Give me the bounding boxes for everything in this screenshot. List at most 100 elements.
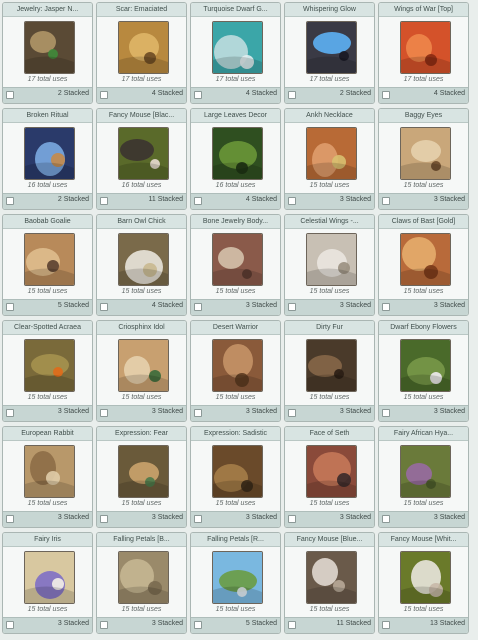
- select-checkbox[interactable]: [382, 197, 390, 205]
- inventory-item-card[interactable]: Baobab Goalie 15 total uses 5 Stacked: [2, 214, 93, 316]
- item-footer: 2 Stacked: [3, 87, 92, 103]
- select-checkbox[interactable]: [6, 303, 14, 311]
- item-thumbnail[interactable]: [212, 551, 263, 604]
- item-thumbnail[interactable]: [306, 21, 357, 74]
- inventory-item-card[interactable]: Falling Petals [B... 15 total uses 3 Stack…: [96, 532, 187, 634]
- select-checkbox[interactable]: [6, 197, 14, 205]
- inventory-item-card[interactable]: Turquoise Dwarf G... 17 total uses 4 Stack…: [190, 2, 281, 104]
- select-checkbox[interactable]: [100, 303, 108, 311]
- inventory-item-card[interactable]: Expression: Sadistic 15 total uses 3 Stack…: [190, 426, 281, 528]
- inventory-item-card[interactable]: Dwarf Ebony Flowers 15 total uses 3 Stacke…: [378, 320, 469, 422]
- inventory-item-card[interactable]: Baggy Eyes 15 total uses 3 Stacked: [378, 108, 469, 210]
- inventory-item-card[interactable]: Ankh Necklace 15 total uses 3 Stacked: [284, 108, 375, 210]
- item-thumbnail[interactable]: [118, 551, 169, 604]
- select-checkbox[interactable]: [382, 91, 390, 99]
- select-checkbox[interactable]: [382, 515, 390, 523]
- inventory-item-card[interactable]: Claws of Bast [Gold] 15 total uses 3 Stack…: [378, 214, 469, 316]
- item-stack-count: 2 Stacked: [57, 196, 89, 203]
- inventory-item-card[interactable]: Whispering Glow 17 total uses 2 Stacked: [284, 2, 375, 104]
- inventory-item-card[interactable]: Fancy Mouse [Blac... 16 total uses 11 Stac…: [96, 108, 187, 210]
- select-checkbox[interactable]: [100, 515, 108, 523]
- item-thumbnail[interactable]: [400, 339, 451, 392]
- select-checkbox[interactable]: [194, 621, 202, 629]
- item-thumbnail[interactable]: [212, 233, 263, 286]
- item-thumbnail[interactable]: [306, 339, 357, 392]
- inventory-item-card[interactable]: Dirty Fur 15 total uses 3 Stacked: [284, 320, 375, 422]
- fancy-mouse-black-icon: [119, 128, 168, 179]
- item-thumbnail[interactable]: [212, 127, 263, 180]
- inventory-item-card[interactable]: Clear-Spotted Acraea 15 total uses 3 Stack…: [2, 320, 93, 422]
- item-thumbnail[interactable]: [24, 127, 75, 180]
- item-thumbnail[interactable]: [118, 21, 169, 74]
- select-checkbox[interactable]: [100, 91, 108, 99]
- inventory-item-card[interactable]: Fairy Iris 15 total uses 3 Stacked: [2, 532, 93, 634]
- item-thumbnail[interactable]: [118, 233, 169, 286]
- select-checkbox[interactable]: [6, 621, 14, 629]
- item-thumbnail[interactable]: [118, 339, 169, 392]
- item-thumbnail[interactable]: [400, 21, 451, 74]
- inventory-item-card[interactable]: Expression: Fear 15 total uses 3 Stacked: [96, 426, 187, 528]
- inventory-item-card[interactable]: Fancy Mouse [Whit... 15 total uses 13 Stac…: [378, 532, 469, 634]
- inventory-item-card[interactable]: Broken Ritual 16 total uses 2 Stacked: [2, 108, 93, 210]
- inventory-item-card[interactable]: Jewelry: Jasper N... 17 total uses 2 Stack…: [2, 2, 93, 104]
- item-thumbnail[interactable]: [306, 127, 357, 180]
- falling-petals-r-icon: [213, 552, 262, 603]
- select-checkbox[interactable]: [382, 303, 390, 311]
- inventory-item-card[interactable]: European Rabbit 15 total uses 3 Stacked: [2, 426, 93, 528]
- select-checkbox[interactable]: [288, 91, 296, 99]
- select-checkbox[interactable]: [382, 409, 390, 417]
- select-checkbox[interactable]: [382, 621, 390, 629]
- item-thumbnail[interactable]: [24, 233, 75, 286]
- item-thumbnail[interactable]: [212, 445, 263, 498]
- item-total-uses: 15 total uses: [309, 606, 350, 613]
- item-thumbnail[interactable]: [400, 127, 451, 180]
- inventory-item-card[interactable]: Falling Petals [R... 15 total uses 5 Stack…: [190, 532, 281, 634]
- item-thumbnail[interactable]: [212, 21, 263, 74]
- select-checkbox[interactable]: [288, 303, 296, 311]
- select-checkbox[interactable]: [100, 197, 108, 205]
- item-thumbnail[interactable]: [24, 21, 75, 74]
- item-thumbnail[interactable]: [24, 445, 75, 498]
- item-total-uses: 15 total uses: [121, 500, 162, 507]
- inventory-item-card[interactable]: Barn Owl Chick 15 total uses 4 Stacked: [96, 214, 187, 316]
- inventory-item-card[interactable]: Wings of War [Top] 17 total uses 4 Stacked: [378, 2, 469, 104]
- inventory-item-card[interactable]: Criosphinx Idol 15 total uses 3 Stacked: [96, 320, 187, 422]
- item-thumbnail[interactable]: [24, 339, 75, 392]
- select-checkbox[interactable]: [100, 409, 108, 417]
- select-checkbox[interactable]: [6, 91, 14, 99]
- select-checkbox[interactable]: [288, 197, 296, 205]
- inventory-item-card[interactable]: Desert Warrior 15 total uses 3 Stacked: [190, 320, 281, 422]
- inventory-item-card[interactable]: Large Leaves Decor 16 total uses 4 Stacked: [190, 108, 281, 210]
- item-thumbnail[interactable]: [24, 551, 75, 604]
- item-thumbnail[interactable]: [212, 339, 263, 392]
- select-checkbox[interactable]: [288, 409, 296, 417]
- select-checkbox[interactable]: [194, 303, 202, 311]
- select-checkbox[interactable]: [194, 197, 202, 205]
- item-thumbnail[interactable]: [306, 551, 357, 604]
- item-thumbnail[interactable]: [118, 445, 169, 498]
- inventory-item-card[interactable]: Face of Seth 15 total uses 3 Stacked: [284, 426, 375, 528]
- select-checkbox[interactable]: [194, 91, 202, 99]
- item-thumbnail[interactable]: [400, 445, 451, 498]
- select-checkbox[interactable]: [194, 515, 202, 523]
- select-checkbox[interactable]: [6, 409, 14, 417]
- item-total-uses: 15 total uses: [309, 394, 350, 401]
- item-thumbnail[interactable]: [306, 445, 357, 498]
- item-thumbnail[interactable]: [400, 551, 451, 604]
- item-thumbnail[interactable]: [400, 233, 451, 286]
- select-checkbox[interactable]: [288, 515, 296, 523]
- select-checkbox[interactable]: [6, 515, 14, 523]
- select-checkbox[interactable]: [194, 409, 202, 417]
- item-thumbnail[interactable]: [306, 233, 357, 286]
- item-footer: 3 Stacked: [97, 405, 186, 421]
- inventory-item-card[interactable]: Bone Jewelry Body... 15 total uses 3 Stack…: [190, 214, 281, 316]
- item-title: Fancy Mouse [Blue...: [285, 533, 374, 547]
- select-checkbox[interactable]: [288, 621, 296, 629]
- item-footer: 3 Stacked: [97, 511, 186, 527]
- item-thumbnail[interactable]: [118, 127, 169, 180]
- select-checkbox[interactable]: [100, 621, 108, 629]
- inventory-item-card[interactable]: Scar: Emaciated 17 total uses 4 Stacked: [96, 2, 187, 104]
- inventory-item-card[interactable]: Fairy African Hya... 15 total uses 3 Stack…: [378, 426, 469, 528]
- inventory-item-card[interactable]: Celestial Wings -... 15 total uses 3 Stack…: [284, 214, 375, 316]
- inventory-item-card[interactable]: Fancy Mouse [Blue... 15 total uses 11 Stac…: [284, 532, 375, 634]
